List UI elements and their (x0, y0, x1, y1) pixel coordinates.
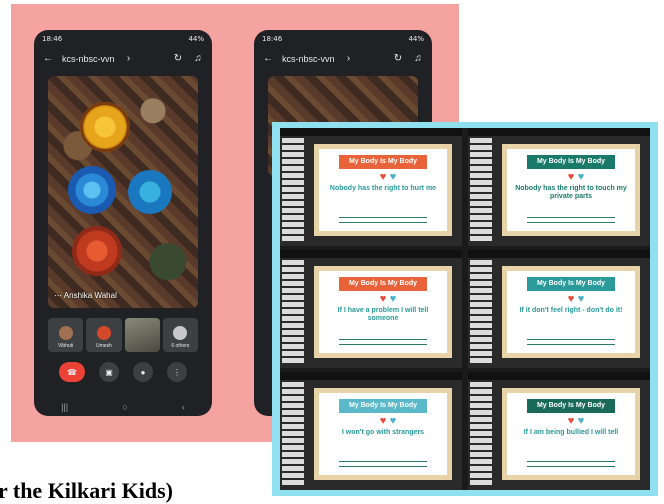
slide-title: My Body Is My Body (527, 155, 615, 169)
slide-footer (527, 217, 615, 223)
participant-tile[interactable]: Umesh (86, 318, 122, 352)
slide: My Body Is My Body ♥ If I am being bulli… (502, 388, 640, 480)
slide-title: My Body Is My Body (527, 399, 615, 413)
hearts-icon: ♥ (568, 171, 583, 183)
chevron-right-icon[interactable]: › (343, 53, 355, 65)
slide-title: My Body Is My Body (527, 277, 615, 291)
chevron-right-icon[interactable]: › (123, 53, 135, 65)
phone-screenshot-meet-call: 18:46 44% ← kcs-nbsc-vvn › ↻ ♫ ⋯ Anshika… (34, 30, 212, 416)
back-arrow-icon[interactable]: ← (262, 53, 274, 65)
hearts-icon: ♥ (380, 415, 395, 427)
slide-text: Nobody has the right to hurt me (329, 185, 437, 192)
participant-tile[interactable]: Vibhuti (48, 318, 84, 352)
hearts-icon: ♥ (380, 171, 395, 183)
editor-toolbar (468, 250, 650, 258)
status-time: 18:46 (42, 35, 63, 43)
hearts-icon: ♥ (568, 415, 583, 427)
meeting-code[interactable]: kcs-nbsc-vvn (282, 54, 335, 64)
slide: My Body Is My Body ♥ If it don't feel ri… (502, 266, 640, 358)
avatar (96, 326, 111, 340)
slide-footer (339, 461, 427, 467)
back-icon[interactable]: ‹ (182, 402, 185, 412)
slide-footer (339, 339, 427, 345)
slide-panel: My Body Is My Body ♥ I won't go with str… (280, 372, 462, 490)
back-arrow-icon[interactable]: ← (42, 53, 54, 65)
meeting-code[interactable]: kcs-nbsc-vvn (62, 54, 115, 64)
recents-icon[interactable]: ||| (61, 402, 68, 412)
switch-camera-icon[interactable]: ↻ (172, 53, 184, 65)
speaker-icon[interactable]: ♫ (412, 53, 424, 65)
page-caption: r the Kilkari Kids) (0, 478, 173, 503)
participant-name: Umesh (95, 343, 112, 349)
editor-toolbar (280, 128, 462, 136)
participant-name: 6 others (171, 343, 190, 349)
hearts-icon: ♥ (568, 293, 583, 305)
status-battery: 44% (188, 35, 204, 43)
avatar (173, 326, 188, 340)
slides-collage: My Body Is My Body ♥ Nobody has the righ… (272, 122, 658, 496)
main-video-feed: ⋯ Anshika Wahal (48, 76, 198, 308)
slide-footer (527, 461, 615, 467)
status-time: 18:46 (262, 35, 283, 43)
slide-text: If I am being bullied I will tell (523, 429, 619, 436)
hearts-icon: ♥ (380, 293, 395, 305)
status-bar: 18:46 44% (254, 30, 432, 48)
slide-thumbnail-strip[interactable] (282, 260, 304, 364)
status-battery: 44% (408, 35, 424, 43)
microphone-button[interactable]: ● (133, 362, 153, 382)
slide-text: Nobody has the right to touch my private… (515, 185, 627, 200)
avatar (58, 326, 73, 340)
slide-panel: My Body Is My Body ♥ If I have a problem… (280, 250, 462, 368)
camera-toggle-button[interactable]: ▣ (99, 362, 119, 382)
speaker-name: ⋯ Anshika Wahal (54, 291, 117, 300)
decorated-bowl-image (68, 166, 116, 214)
slide-panel: My Body Is My Body ♥ Nobody has the righ… (280, 128, 462, 246)
speaker-icon[interactable]: ♫ (192, 53, 204, 65)
participant-tile-video[interactable] (124, 318, 160, 352)
slide-text: If it don't feel right - don't do it! (519, 307, 623, 314)
meet-top-bar: ← kcs-nbsc-vvn › ↻ ♫ (254, 48, 432, 70)
slide-footer (339, 217, 427, 223)
slide: My Body Is My Body ♥ Nobody has the righ… (502, 144, 640, 236)
slide-panel: My Body Is My Body ♥ If it don't feel ri… (468, 250, 650, 368)
participant-name: Vibhuti (58, 343, 74, 349)
end-call-button[interactable]: ☎ (59, 362, 85, 382)
slide-title: My Body Is My Body (339, 399, 427, 413)
participant-tiles: Vibhuti Umesh 6 others (48, 318, 198, 352)
editor-toolbar (468, 128, 650, 136)
slide-text: If I have a problem I will tell someone (337, 307, 429, 322)
editor-toolbar (280, 372, 462, 380)
call-controls: ☎ ▣ ● ⋮ (34, 360, 212, 384)
slide-footer (527, 339, 615, 345)
slide-thumbnail-strip[interactable] (282, 138, 304, 242)
slide-thumbnail-strip[interactable] (470, 260, 492, 364)
slide: My Body Is My Body ♥ I won't go with str… (314, 388, 452, 480)
decorated-bowl-image (72, 226, 122, 276)
editor-toolbar (280, 250, 462, 258)
editor-toolbar (468, 372, 650, 380)
slide-text: I won't go with strangers (341, 429, 425, 436)
slide-panel: My Body Is My Body ♥ Nobody has the righ… (468, 128, 650, 246)
switch-camera-icon[interactable]: ↻ (392, 53, 404, 65)
meet-top-bar: ← kcs-nbsc-vvn › ↻ ♫ (34, 48, 212, 70)
slide-thumbnail-strip[interactable] (282, 382, 304, 486)
slide-title: My Body Is My Body (339, 277, 427, 291)
android-nav-bar: ||| ○ ‹ (34, 402, 212, 412)
participant-tile-others[interactable]: 6 others (162, 318, 198, 352)
more-options-button[interactable]: ⋮ (167, 362, 187, 382)
slide: My Body Is My Body ♥ If I have a problem… (314, 266, 452, 358)
slide-panel: My Body Is My Body ♥ If I am being bulli… (468, 372, 650, 490)
slides-grid: My Body Is My Body ♥ Nobody has the righ… (280, 128, 650, 490)
status-bar: 18:46 44% (34, 30, 212, 48)
decorated-bowl-image (80, 102, 130, 152)
slide-thumbnail-strip[interactable] (470, 382, 492, 486)
slide-title: My Body Is My Body (339, 155, 427, 169)
home-icon[interactable]: ○ (122, 402, 127, 412)
slide: My Body Is My Body ♥ Nobody has the righ… (314, 144, 452, 236)
slide-thumbnail-strip[interactable] (470, 138, 492, 242)
decorated-bowl-image (128, 170, 172, 214)
